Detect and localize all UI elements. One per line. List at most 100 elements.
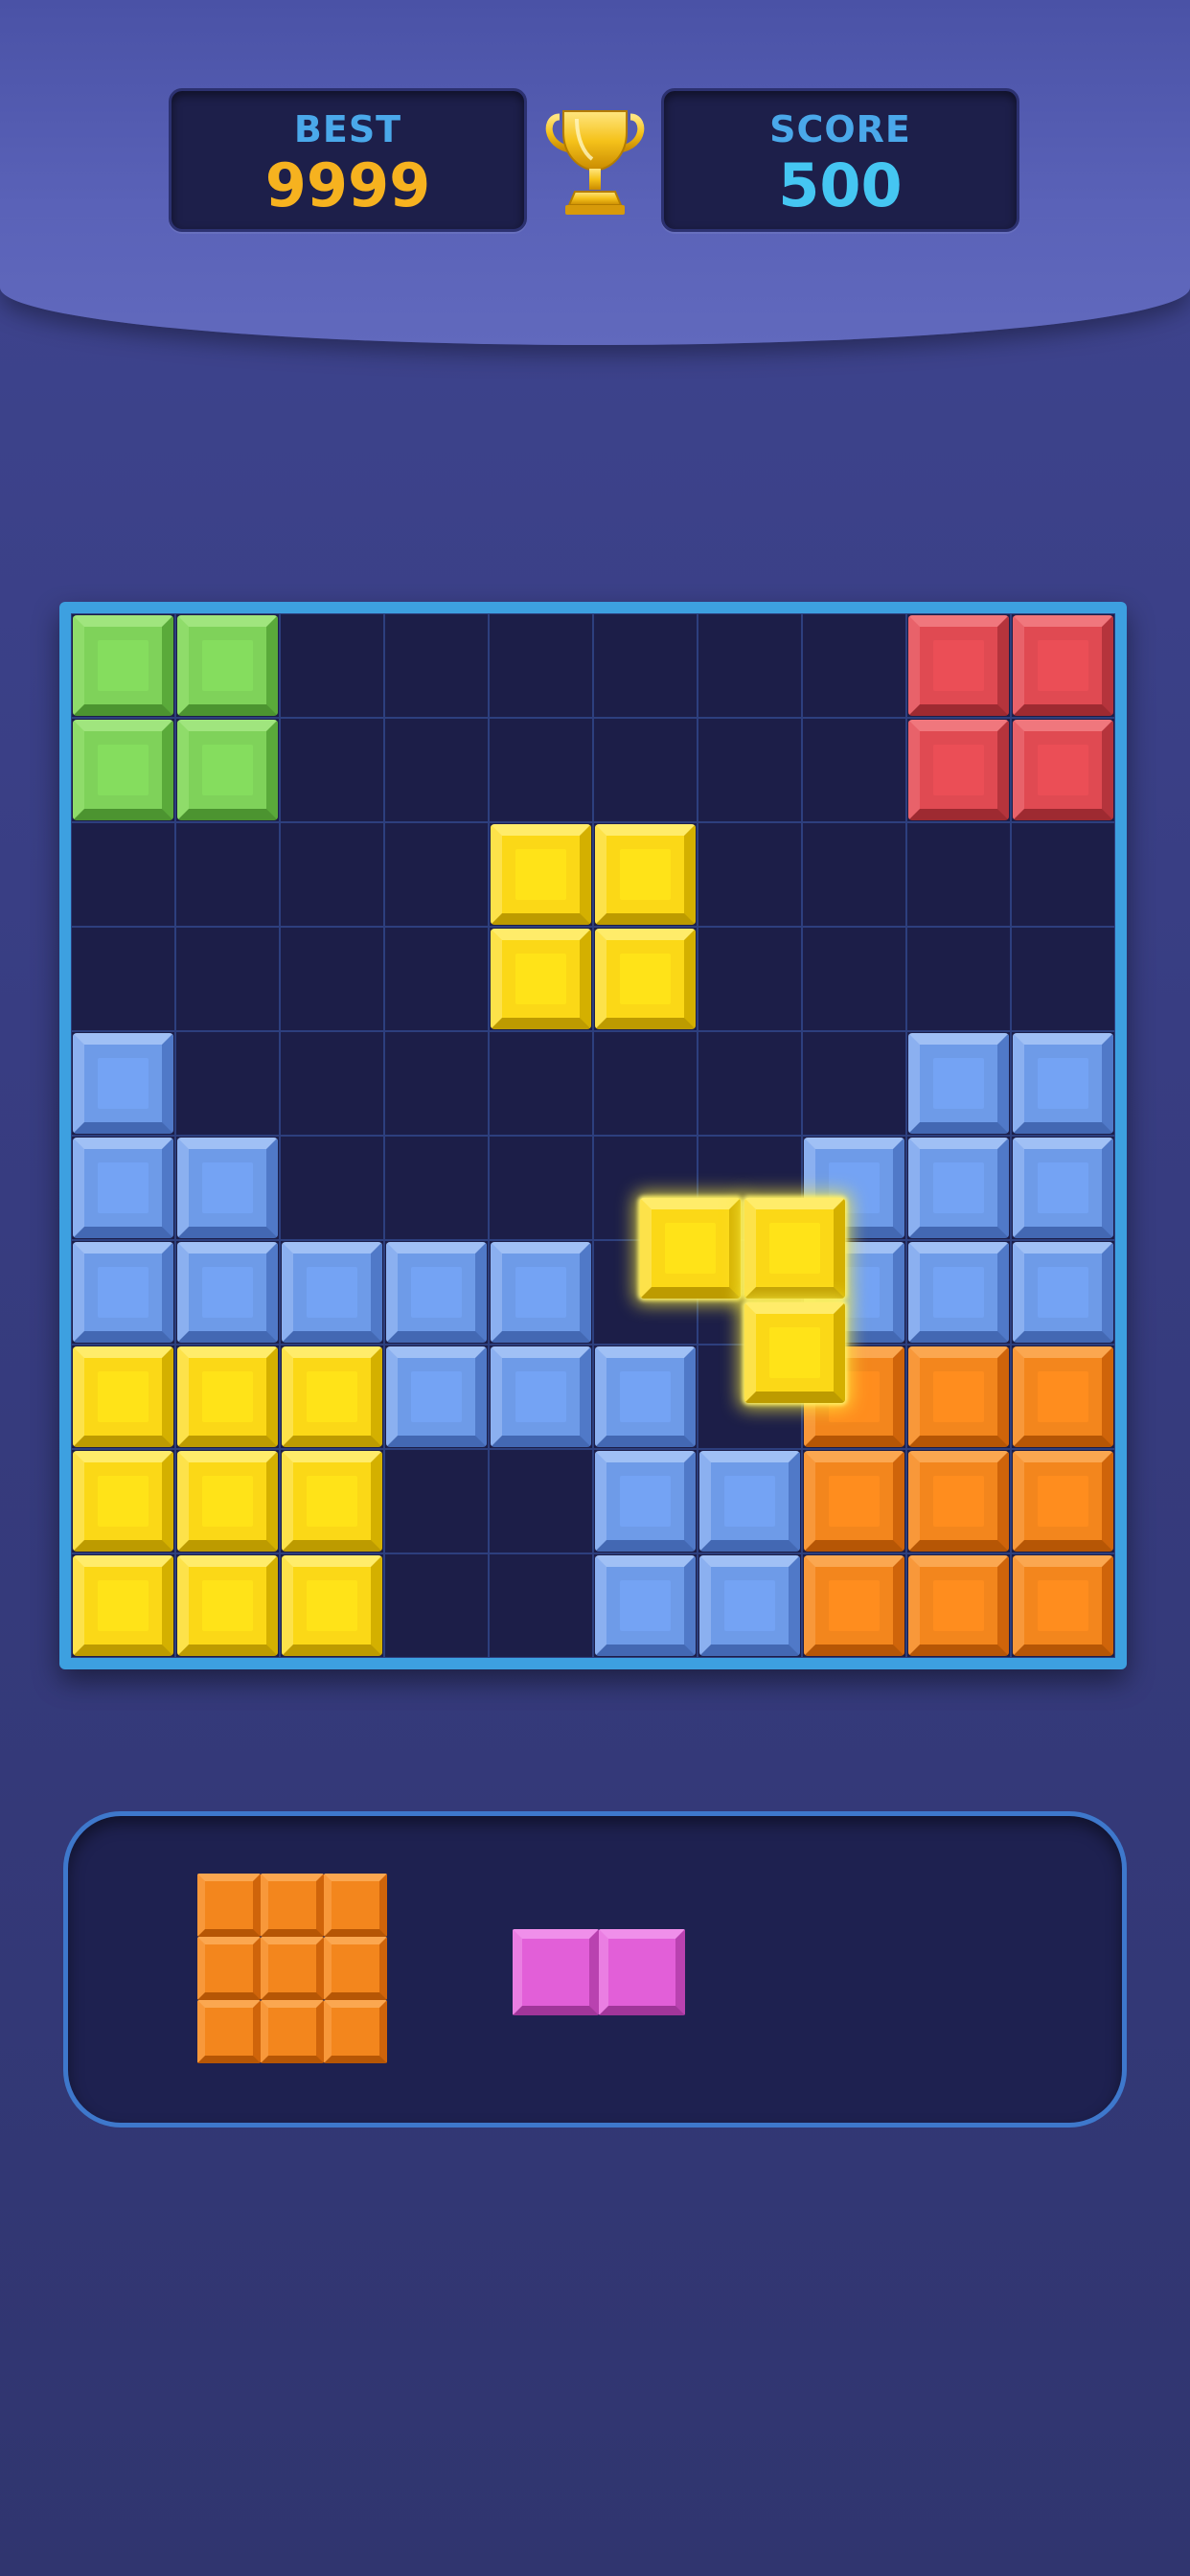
dragging-block[interactable] <box>744 1198 846 1300</box>
block-red <box>1013 720 1113 820</box>
trophy-icon <box>542 105 648 220</box>
board-cell[interactable] <box>384 613 489 718</box>
board-cell[interactable] <box>280 927 384 1031</box>
board-cell[interactable] <box>384 1031 489 1136</box>
block-yellow <box>282 1451 382 1552</box>
block-blue <box>908 1242 1009 1343</box>
board-cell[interactable] <box>175 822 280 927</box>
board-cell[interactable] <box>384 1553 489 1658</box>
board-cell[interactable] <box>489 718 593 822</box>
block-yellow <box>177 1555 278 1656</box>
block-blue <box>73 1138 173 1238</box>
board-cell[interactable] <box>698 718 802 822</box>
board-cell[interactable] <box>280 1031 384 1136</box>
block-blue <box>595 1451 696 1552</box>
piece-tray <box>63 1811 1127 2128</box>
dragging-block[interactable] <box>640 1198 742 1300</box>
board-cell[interactable] <box>384 927 489 1031</box>
best-score-box: BEST 9999 <box>169 88 527 232</box>
tray-block-pink <box>599 1929 685 2015</box>
block-yellow <box>73 1555 173 1656</box>
board-cell[interactable] <box>489 1136 593 1240</box>
tray-block-orange <box>324 1874 387 1937</box>
board-cell[interactable] <box>802 822 906 927</box>
board-grid[interactable] <box>71 613 1115 1658</box>
tray-piece-orange-square[interactable] <box>197 1874 389 2065</box>
board-cell[interactable] <box>1011 927 1115 1031</box>
board-cell[interactable] <box>175 927 280 1031</box>
block-red <box>908 720 1009 820</box>
board-cell[interactable] <box>489 1553 593 1658</box>
score-label: SCORE <box>769 108 911 150</box>
block-yellow <box>282 1346 382 1447</box>
block-yellow <box>595 824 696 925</box>
board-cell[interactable] <box>593 1031 698 1136</box>
board-cell[interactable] <box>802 613 906 718</box>
block-blue <box>699 1555 800 1656</box>
tray-block-orange <box>197 2000 261 2063</box>
block-blue <box>177 1242 278 1343</box>
block-yellow <box>595 929 696 1029</box>
block-blue <box>73 1242 173 1343</box>
tray-block-orange <box>324 2000 387 2063</box>
block-yellow <box>177 1346 278 1447</box>
board-cell[interactable] <box>384 822 489 927</box>
block-green <box>177 720 278 820</box>
board-cell[interactable] <box>384 1449 489 1553</box>
tray-block-orange <box>261 2000 324 2063</box>
board-cell[interactable] <box>489 1031 593 1136</box>
board-cell[interactable] <box>384 1136 489 1240</box>
block-blue <box>1013 1033 1113 1134</box>
tray-block-orange <box>261 1874 324 1937</box>
block-blue <box>491 1346 591 1447</box>
block-blue <box>177 1138 278 1238</box>
block-green <box>73 615 173 716</box>
board-cell[interactable] <box>593 613 698 718</box>
board-cell[interactable] <box>593 718 698 822</box>
block-red <box>1013 615 1113 716</box>
block-yellow <box>73 1346 173 1447</box>
tray-piece-pink-bar[interactable] <box>513 1929 685 2015</box>
tray-block-orange <box>261 1937 324 2000</box>
block-orange <box>1013 1555 1113 1656</box>
board-cell[interactable] <box>489 613 593 718</box>
board-cell[interactable] <box>802 718 906 822</box>
board-cell[interactable] <box>802 1031 906 1136</box>
board-cell[interactable] <box>280 718 384 822</box>
board-cell[interactable] <box>698 613 802 718</box>
block-orange <box>908 1451 1009 1552</box>
block-red <box>908 615 1009 716</box>
block-orange <box>804 1451 904 1552</box>
board-cell[interactable] <box>71 822 175 927</box>
board-cell[interactable] <box>71 927 175 1031</box>
board-cell[interactable] <box>906 822 1011 927</box>
block-yellow <box>177 1451 278 1552</box>
board-cell[interactable] <box>1011 822 1115 927</box>
tray-block-orange <box>197 1937 261 2000</box>
block-orange <box>804 1555 904 1656</box>
board-cell[interactable] <box>384 718 489 822</box>
block-yellow <box>491 824 591 925</box>
board-cell[interactable] <box>489 1449 593 1553</box>
board-cell[interactable] <box>280 1136 384 1240</box>
board-cell[interactable] <box>698 927 802 1031</box>
block-blue <box>908 1138 1009 1238</box>
dragging-block[interactable] <box>744 1302 846 1404</box>
board-cell[interactable] <box>175 1031 280 1136</box>
block-green <box>73 720 173 820</box>
game-board[interactable] <box>59 602 1127 1669</box>
board-cell[interactable] <box>698 822 802 927</box>
block-blue <box>1013 1242 1113 1343</box>
board-cell[interactable] <box>698 1031 802 1136</box>
board-cell[interactable] <box>802 927 906 1031</box>
tray-block-orange <box>324 1937 387 2000</box>
score-box: SCORE 500 <box>661 88 1019 232</box>
block-blue <box>908 1033 1009 1134</box>
board-cell[interactable] <box>280 822 384 927</box>
block-blue <box>491 1242 591 1343</box>
board-cell[interactable] <box>280 613 384 718</box>
board-cell[interactable] <box>906 927 1011 1031</box>
block-blue <box>595 1346 696 1447</box>
block-yellow <box>491 929 591 1029</box>
block-yellow <box>73 1451 173 1552</box>
